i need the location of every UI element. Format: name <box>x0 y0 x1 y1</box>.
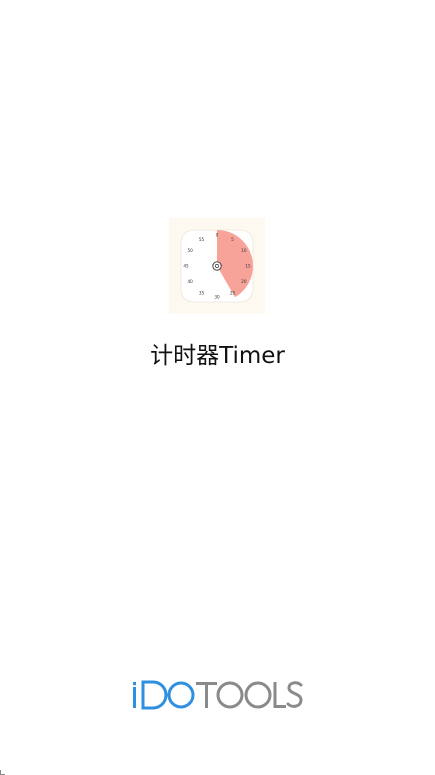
dial-number: 55 <box>199 237 205 242</box>
dial-number: 50 <box>187 248 193 253</box>
dial-number: 35 <box>199 290 205 295</box>
dial-number: 15 <box>245 264 251 269</box>
dial-number: 5 <box>231 237 234 242</box>
dial-number: 25 <box>230 290 236 295</box>
logo-i-stem <box>133 687 136 708</box>
corner-mark <box>0 770 5 775</box>
logo-o-blue <box>167 681 195 709</box>
dial-number: 0 <box>216 233 219 238</box>
center-knob <box>212 261 222 271</box>
logo-s <box>286 681 303 708</box>
logo-d <box>141 680 168 710</box>
logo-t <box>196 682 217 708</box>
logo-o-gray-2 <box>244 681 272 709</box>
app-name: 计时器Timer <box>150 343 285 369</box>
dial-number: 40 <box>187 279 193 284</box>
app-icon: 0 5 10 15 20 25 30 35 40 45 50 55 <box>169 218 265 314</box>
idotools-logo-graphic <box>133 680 303 710</box>
dial-number: 10 <box>241 248 247 253</box>
idotools-logo <box>129 676 305 714</box>
dial-number: 45 <box>183 264 189 269</box>
splash-screen: 0 5 10 15 20 25 30 35 40 45 50 55 计时器Timer <box>0 0 435 775</box>
dial-number: 30 <box>214 295 220 300</box>
logo-i-dot <box>133 682 136 686</box>
logo-l <box>273 682 286 708</box>
logo-o-gray-1 <box>216 681 244 709</box>
dial-number: 20 <box>241 279 247 284</box>
timer-dial-icon: 0 5 10 15 20 25 30 35 40 45 50 55 <box>180 229 254 303</box>
